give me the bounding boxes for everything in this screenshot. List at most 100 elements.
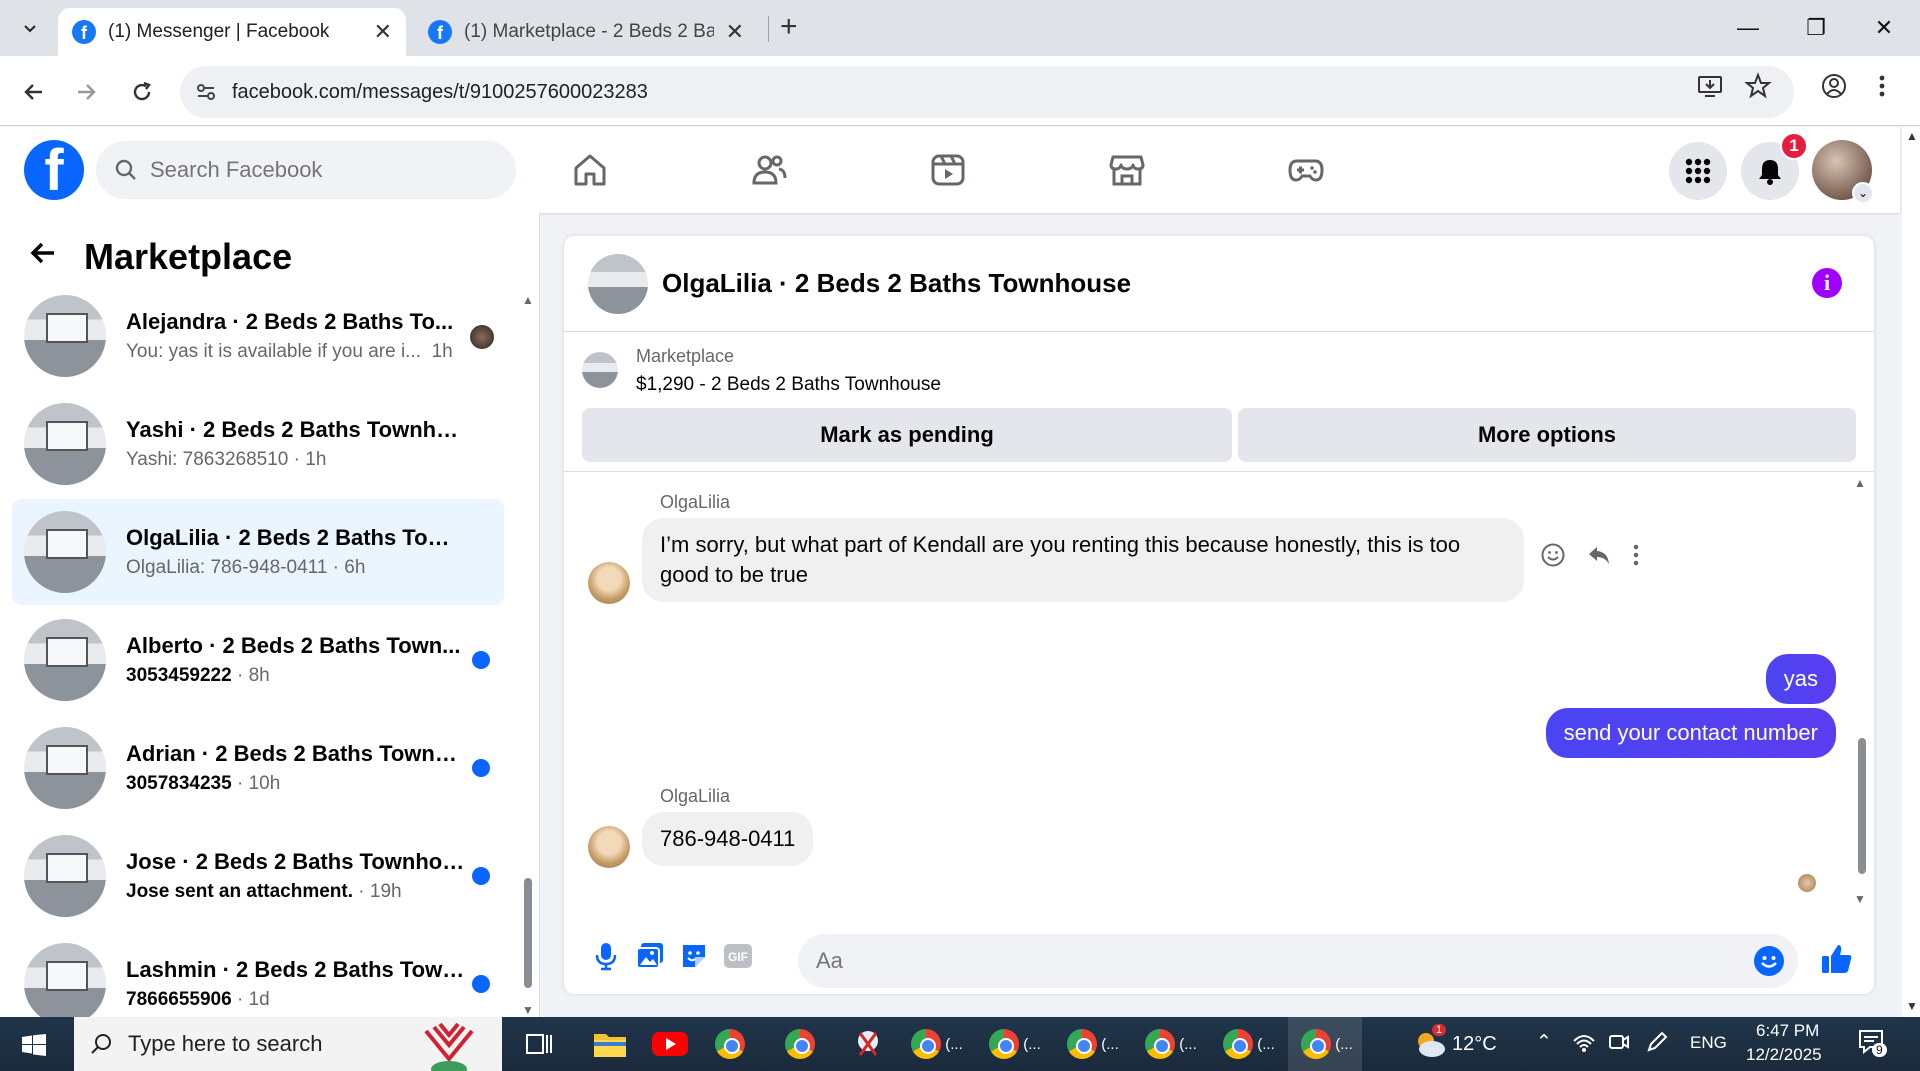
photo-icon[interactable] xyxy=(634,940,666,972)
nav-marketplace[interactable] xyxy=(1067,127,1187,213)
sticker-icon[interactable] xyxy=(678,940,710,972)
task-view-icon[interactable] xyxy=(518,1026,562,1062)
menu-button[interactable] xyxy=(1669,142,1727,200)
nav-home[interactable] xyxy=(530,127,650,213)
site-info-icon[interactable] xyxy=(180,81,232,103)
language-indicator[interactable]: ENG xyxy=(1690,1033,1727,1053)
listing-avatar[interactable] xyxy=(588,253,648,314)
youtube-icon[interactable] xyxy=(648,1026,692,1062)
emoji-icon[interactable] xyxy=(1754,946,1784,976)
message-input[interactable] xyxy=(816,948,1716,974)
scroll-down-icon[interactable]: ▼ xyxy=(1854,892,1866,906)
chat-list-item[interactable]: OlgaLilia · 2 Beds 2 Baths Townh... OlgaL… xyxy=(12,499,504,605)
nav-video[interactable] xyxy=(888,127,1008,213)
holiday-gift-icon xyxy=(424,1022,474,1071)
message-bubble-received[interactable]: I’m sorry, but what part of Kendall are … xyxy=(642,518,1524,602)
info-icon[interactable]: i xyxy=(1812,268,1842,298)
chrome-icon[interactable] xyxy=(708,1026,752,1062)
clock-date[interactable]: 12/2/2025 xyxy=(1746,1045,1822,1065)
listing-thumbnail[interactable] xyxy=(582,352,618,388)
more-options-button[interactable]: More options xyxy=(1238,408,1856,462)
scroll-down-icon[interactable]: ▼ xyxy=(522,1003,534,1017)
snipping-tool-icon[interactable] xyxy=(846,1026,890,1062)
chevron-up-icon[interactable]: ⌃ xyxy=(1536,1031,1552,1054)
search-input[interactable] xyxy=(150,157,490,183)
chrome-window-button[interactable]: (... xyxy=(982,1026,1048,1062)
bookmark-star-icon[interactable] xyxy=(1744,72,1772,107)
listing-description[interactable]: $1,290 - 2 Beds 2 Baths Townhouse xyxy=(636,374,941,396)
chat-list-item[interactable]: Alejandra · 2 Beds 2 Baths To... You: yas… xyxy=(12,283,504,389)
scrollbar-thumb[interactable] xyxy=(1858,738,1866,874)
chrome-profile-icon[interactable] xyxy=(778,1026,822,1062)
thumbs-up-icon[interactable] xyxy=(1820,942,1854,981)
notification-center-icon[interactable]: 9 xyxy=(1858,1029,1887,1061)
scroll-down-icon[interactable]: ▼ xyxy=(1906,999,1918,1013)
browser-menu-icon[interactable] xyxy=(1876,72,1888,107)
chrome-window-button[interactable]: (... xyxy=(1294,1026,1360,1062)
scrollbar-thumb[interactable] xyxy=(524,878,532,988)
chat-list-item[interactable]: Yashi · 2 Beds 2 Baths Townhouse Yashi: 7… xyxy=(12,391,504,497)
file-explorer-icon[interactable] xyxy=(588,1026,632,1062)
mark-as-pending-button[interactable]: Mark as pending xyxy=(582,408,1232,462)
chrome-window-button[interactable]: (... xyxy=(1138,1026,1204,1062)
tab-marketplace[interactable]: f (1) Marketplace - 2 Beds 2 Bath ✕ xyxy=(414,8,758,56)
conversation-title[interactable]: OlgaLilia · 2 Beds 2 Baths Townhouse xyxy=(662,268,1131,299)
wifi-icon[interactable] xyxy=(1572,1031,1596,1059)
clock-time[interactable]: 6:47 PM xyxy=(1756,1021,1819,1041)
tab-search-button[interactable] xyxy=(10,10,50,46)
sender-avatar[interactable] xyxy=(588,826,630,868)
nav-friends[interactable] xyxy=(709,127,829,213)
chrome-window-button[interactable]: (... xyxy=(1060,1026,1126,1062)
minimize-button[interactable]: — xyxy=(1718,6,1778,50)
close-tab-icon[interactable]: ✕ xyxy=(726,19,744,45)
back-arrow-icon[interactable] xyxy=(28,238,68,276)
reply-icon[interactable] xyxy=(1586,542,1612,575)
taskbar-search[interactable]: Type here to search xyxy=(74,1017,502,1071)
new-tab-button[interactable]: + xyxy=(780,10,798,44)
profile-icon[interactable] xyxy=(1820,72,1848,107)
message-bubble-sent[interactable]: yas xyxy=(1765,654,1836,704)
sender-name: OlgaLilia xyxy=(660,786,731,806)
weather-temperature[interactable]: 12°C xyxy=(1452,1033,1497,1056)
back-button[interactable] xyxy=(14,72,54,112)
more-vertical-icon[interactable] xyxy=(1632,543,1640,574)
unread-indicator xyxy=(472,759,490,777)
gamepad-icon xyxy=(1288,159,1324,182)
scroll-up-icon[interactable]: ▲ xyxy=(1906,129,1918,143)
tab-messenger[interactable]: f (1) Messenger | Facebook ✕ xyxy=(58,8,406,56)
chrome-window-button[interactable]: (... xyxy=(1216,1026,1282,1062)
chrome-window-button[interactable]: (... xyxy=(904,1026,970,1062)
chat-list-item[interactable]: Alberto · 2 Beds 2 Baths Town... 30534592… xyxy=(12,607,504,713)
message-bubble-received[interactable]: 786-948-0411 xyxy=(642,812,814,866)
scroll-up-icon[interactable]: ▲ xyxy=(522,293,534,307)
chat-list-item[interactable]: Lashmin · 2 Beds 2 Baths Town... 78666559… xyxy=(12,931,504,1017)
arrow-left-icon xyxy=(24,84,42,100)
message-bubble-sent[interactable]: send your contact number xyxy=(1545,708,1836,758)
restore-button[interactable]: ❐ xyxy=(1786,6,1846,50)
scroll-up-icon[interactable]: ▲ xyxy=(1854,476,1866,490)
meet-now-icon[interactable] xyxy=(1608,1031,1630,1059)
gif-icon[interactable]: GIF xyxy=(722,940,754,972)
conversation-scrollbar[interactable]: ▲ ▼ xyxy=(1854,476,1868,906)
message-input-container[interactable] xyxy=(798,934,1798,988)
forward-button[interactable] xyxy=(66,72,106,112)
facebook-logo[interactable]: f xyxy=(24,140,84,200)
weather-icon[interactable]: 1 xyxy=(1408,1024,1452,1062)
sidebar-scrollbar[interactable]: ▲ ▼ xyxy=(522,293,534,1017)
reload-button[interactable] xyxy=(122,72,162,112)
install-app-icon[interactable] xyxy=(1696,72,1724,107)
address-bar[interactable]: facebook.com/messages/t/9100257600023283 xyxy=(180,66,1794,118)
facebook-search[interactable] xyxy=(96,141,516,199)
chat-list-item[interactable]: Adrian · 2 Beds 2 Baths Townh... 30578342… xyxy=(12,715,504,821)
sender-avatar[interactable] xyxy=(588,562,630,604)
close-window-button[interactable]: ✕ xyxy=(1854,6,1914,50)
chat-list-item[interactable]: Jose · 2 Beds 2 Baths Townhou... Jose sen… xyxy=(12,823,504,929)
microphone-icon[interactable] xyxy=(590,940,622,972)
close-tab-icon[interactable]: ✕ xyxy=(374,19,392,45)
windows-start-icon[interactable] xyxy=(22,1034,46,1056)
nav-gaming[interactable] xyxy=(1246,127,1366,213)
chevron-down-icon[interactable]: ⌄ xyxy=(1852,182,1874,204)
pen-icon[interactable] xyxy=(1646,1031,1668,1059)
page-scrollbar[interactable]: ▲ ▼ xyxy=(1902,127,1920,1017)
react-emoji-icon[interactable] xyxy=(1540,542,1566,575)
